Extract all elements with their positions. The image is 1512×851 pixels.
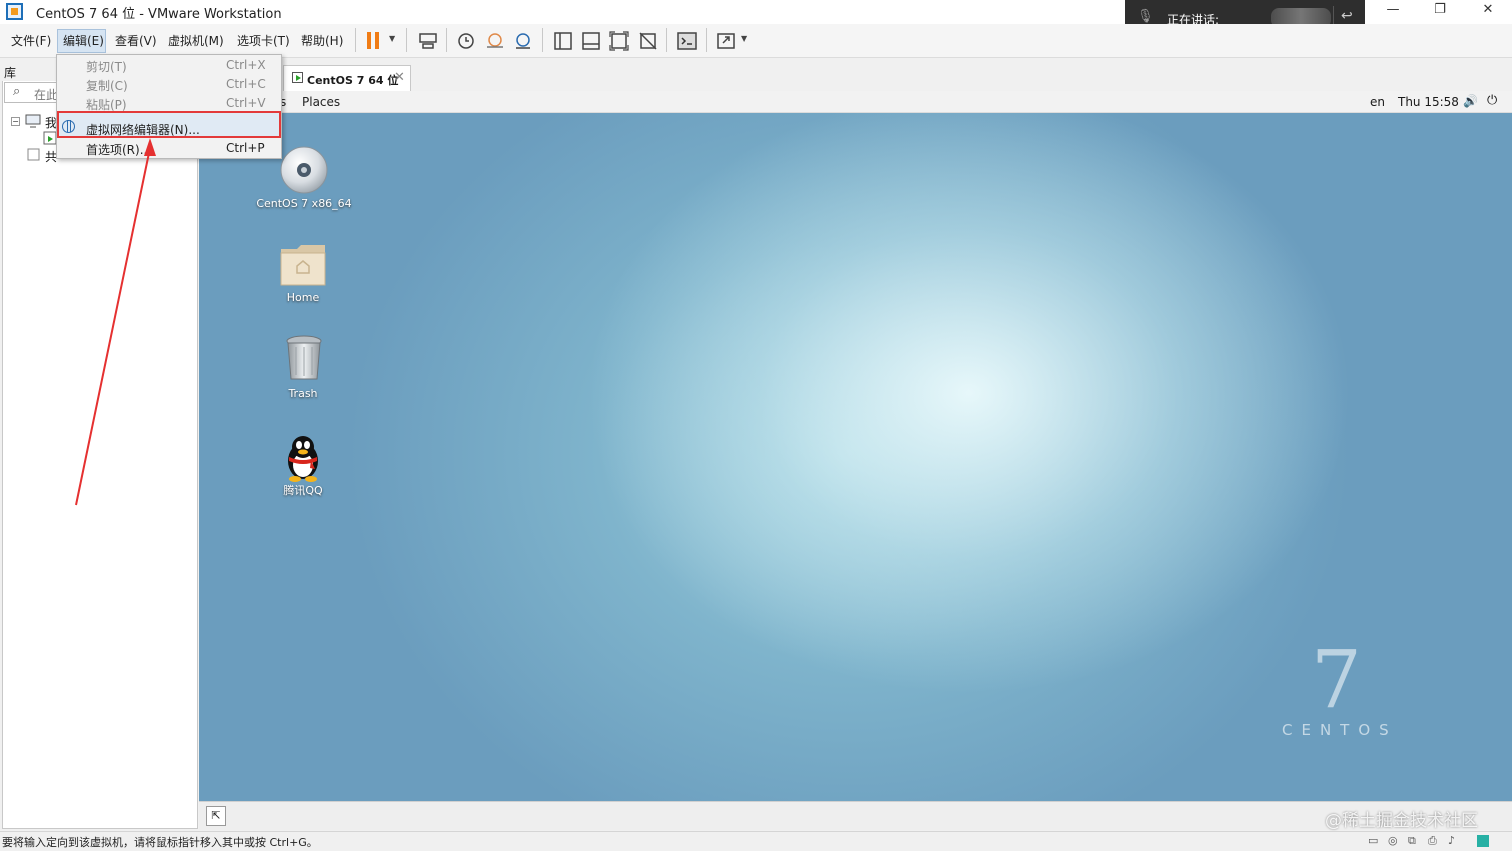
my-computer-icon <box>25 114 41 128</box>
status-message: 要将输入定向到该虚拟机，请将鼠标指针移入其中或按 Ctrl+G。 <box>2 836 318 849</box>
centos-brand-word: CENTOS <box>1282 721 1398 739</box>
pause-dropdown-icon[interactable]: ▼ <box>389 34 395 43</box>
home-folder-icon[interactable] <box>279 241 327 287</box>
send-ctrl-alt-del-icon[interactable] <box>417 31 439 51</box>
pause-icon[interactable] <box>367 32 371 49</box>
power-icon[interactable]: ⏻ <box>1487 93 1497 108</box>
menu-view[interactable]: 查看(V) <box>115 32 157 49</box>
library-search-placeholder: 在此 <box>34 88 59 102</box>
menu-vm[interactable]: 虚拟机(M) <box>168 32 224 49</box>
return-icon[interactable]: ↩ <box>1341 8 1353 24</box>
guest-input-language[interactable]: en <box>1370 95 1385 109</box>
menu-shortcut-preferences: Ctrl+P <box>226 141 265 155</box>
library-title: 库 <box>4 66 17 80</box>
window-title: CentOS 7 64 位 - VMware Workstation <box>36 7 282 22</box>
menu-tabs[interactable]: 选项卡(T) <box>237 32 290 49</box>
fit-guest-icon[interactable]: ⇱ <box>206 806 226 826</box>
volume-icon[interactable]: 🔊 <box>1463 94 1478 108</box>
thumbnail-view-icon[interactable] <box>580 31 602 51</box>
toolbar-separator <box>706 28 707 52</box>
qq-penguin-icon[interactable] <box>281 433 325 483</box>
watermark: @稀土掘金技术社区 <box>1325 811 1478 831</box>
disc-icon[interactable] <box>279 145 329 195</box>
library-panel <box>2 59 198 829</box>
close-button[interactable]: ✕ <box>1465 0 1511 22</box>
fullscreen-icon[interactable] <box>608 31 630 51</box>
snapshot-icon[interactable] <box>455 31 477 51</box>
virtual-network-globe-icon <box>62 120 75 133</box>
desktop-icon-label: CentOS 7 x86_64 <box>256 197 352 210</box>
unity-icon[interactable] <box>637 31 659 51</box>
menu-help[interactable]: 帮助(H) <box>301 32 343 49</box>
menu-item-cut[interactable]: 剪切(T) <box>86 58 127 75</box>
cd-drive-icon[interactable]: ◎ <box>1388 834 1402 847</box>
library-view-icon[interactable] <box>552 31 574 51</box>
menu-shortcut-cut: Ctrl+X <box>226 58 266 72</box>
toolbar-separator <box>406 28 407 52</box>
vmware-app-icon[interactable] <box>6 3 23 20</box>
console-icon[interactable] <box>676 31 698 51</box>
tab-centos[interactable]: CentOS 7 64 位 ✕ <box>283 65 411 91</box>
shared-vms-icon <box>27 148 40 161</box>
snapshot-manager-icon[interactable] <box>512 31 534 51</box>
sound-card-icon[interactable]: ♪ <box>1448 834 1462 847</box>
guest-clock[interactable]: Thu 15:58 <box>1398 95 1459 109</box>
hard-disk-icon[interactable]: ▭ <box>1368 834 1382 847</box>
minimize-button[interactable]: — <box>1370 0 1416 22</box>
vm-running-icon <box>292 72 303 83</box>
stretch-icon[interactable] <box>715 31 737 51</box>
pause-icon-bar <box>375 32 379 49</box>
toolbar-separator <box>446 28 447 52</box>
vm-bottom-bar <box>199 801 1512 830</box>
desktop-icon-label: 腾讯QQ <box>283 484 323 497</box>
menu-item-virtual-network-editor[interactable]: 虚拟网络编辑器(N)... <box>86 121 200 138</box>
desktop-icon-label: Trash <box>288 387 318 400</box>
toolbar-separator <box>355 28 356 52</box>
guest-places-menu[interactable]: Places <box>302 95 340 109</box>
guest-top-bar <box>198 91 1512 113</box>
toolbar-separator <box>542 28 543 52</box>
menu-edit[interactable]: 编辑(E) <box>63 32 104 49</box>
menu-item-copy[interactable]: 复制(C) <box>86 77 128 94</box>
revert-snapshot-icon[interactable] <box>484 31 506 51</box>
search-icon: ⌕ <box>13 84 21 99</box>
printer-icon[interactable]: ⎙ <box>1428 834 1442 847</box>
desktop-icon-label: Home <box>286 291 320 304</box>
tab-label: CentOS 7 64 位 <box>307 74 399 87</box>
menu-shortcut-paste: Ctrl+V <box>226 96 266 110</box>
stretch-dropdown-icon[interactable]: ▼ <box>741 34 747 43</box>
menu-file[interactable]: 文件(F) <box>11 32 51 49</box>
toolbar-separator <box>666 28 667 52</box>
guest-desktop[interactable]: CentOS 7 x86_64 Home Trash 腾讯QQ 7 CENTOS <box>199 113 1512 801</box>
network-adapter-icon[interactable]: ⧉ <box>1408 834 1422 847</box>
menu-shortcut-copy: Ctrl+C <box>226 77 266 91</box>
centos-brand-number: 7 <box>1311 633 1362 726</box>
trash-icon[interactable] <box>284 335 324 383</box>
tree-collapse-toggle[interactable]: − <box>11 117 20 126</box>
tab-close-icon[interactable]: ✕ <box>394 70 405 85</box>
vm-icon <box>43 131 57 145</box>
message-log-icon[interactable] <box>1477 835 1489 847</box>
menu-bar <box>0 24 1512 58</box>
menu-item-preferences[interactable]: 首选项(R)... <box>86 141 151 158</box>
restore-button[interactable]: ❐ <box>1417 0 1463 22</box>
